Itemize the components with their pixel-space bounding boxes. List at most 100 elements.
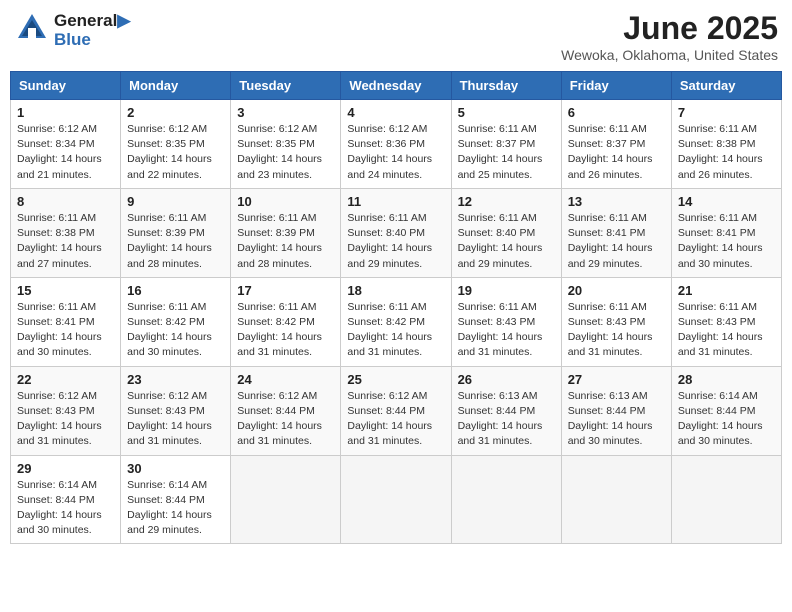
day-info: Sunrise: 6:12 AM Sunset: 8:35 PM Dayligh… bbox=[237, 122, 334, 183]
day-info: Sunrise: 6:13 AM Sunset: 8:44 PM Dayligh… bbox=[458, 389, 555, 450]
calendar-day-cell: 16 Sunrise: 6:11 AM Sunset: 8:42 PM Dayli… bbox=[121, 277, 231, 366]
day-info: Sunrise: 6:12 AM Sunset: 8:36 PM Dayligh… bbox=[347, 122, 444, 183]
month-title: June 2025 bbox=[561, 10, 778, 47]
day-number: 24 bbox=[237, 372, 334, 387]
day-number: 17 bbox=[237, 283, 334, 298]
weekday-header-sunday: Sunday bbox=[11, 72, 121, 100]
calendar-day-cell: 15 Sunrise: 6:11 AM Sunset: 8:41 PM Dayli… bbox=[11, 277, 121, 366]
weekday-header-friday: Friday bbox=[561, 72, 671, 100]
day-number: 8 bbox=[17, 194, 114, 209]
day-info: Sunrise: 6:12 AM Sunset: 8:34 PM Dayligh… bbox=[17, 122, 114, 183]
calendar-week-row: 15 Sunrise: 6:11 AM Sunset: 8:41 PM Dayli… bbox=[11, 277, 782, 366]
calendar-day-cell: 13 Sunrise: 6:11 AM Sunset: 8:41 PM Dayli… bbox=[561, 188, 671, 277]
day-info: Sunrise: 6:12 AM Sunset: 8:43 PM Dayligh… bbox=[17, 389, 114, 450]
day-info: Sunrise: 6:14 AM Sunset: 8:44 PM Dayligh… bbox=[678, 389, 775, 450]
day-number: 13 bbox=[568, 194, 665, 209]
day-number: 10 bbox=[237, 194, 334, 209]
calendar-day-cell: 6 Sunrise: 6:11 AM Sunset: 8:37 PM Daylig… bbox=[561, 100, 671, 189]
day-number: 9 bbox=[127, 194, 224, 209]
day-number: 21 bbox=[678, 283, 775, 298]
day-number: 19 bbox=[458, 283, 555, 298]
day-number: 28 bbox=[678, 372, 775, 387]
calendar-week-row: 29 Sunrise: 6:14 AM Sunset: 8:44 PM Dayli… bbox=[11, 455, 782, 544]
weekday-header-tuesday: Tuesday bbox=[231, 72, 341, 100]
day-number: 14 bbox=[678, 194, 775, 209]
day-info: Sunrise: 6:12 AM Sunset: 8:44 PM Dayligh… bbox=[347, 389, 444, 450]
calendar-day-cell bbox=[341, 455, 451, 544]
calendar-day-cell: 24 Sunrise: 6:12 AM Sunset: 8:44 PM Dayli… bbox=[231, 366, 341, 455]
calendar-day-cell: 20Sunrise: 6:11 AM Sunset: 8:43 PM Dayli… bbox=[561, 277, 671, 366]
calendar-day-cell bbox=[231, 455, 341, 544]
day-number: 7 bbox=[678, 105, 775, 120]
day-number: 1 bbox=[17, 105, 114, 120]
calendar-day-cell: 17 Sunrise: 6:11 AM Sunset: 8:42 PM Dayli… bbox=[231, 277, 341, 366]
day-info: Sunrise: 6:11 AM Sunset: 8:38 PM Dayligh… bbox=[17, 211, 114, 272]
calendar-day-cell: 27Sunrise: 6:13 AM Sunset: 8:44 PM Dayli… bbox=[561, 366, 671, 455]
calendar-day-cell: 28 Sunrise: 6:14 AM Sunset: 8:44 PM Dayli… bbox=[671, 366, 781, 455]
day-number: 26 bbox=[458, 372, 555, 387]
day-number: 15 bbox=[17, 283, 114, 298]
day-info: Sunrise: 6:12 AM Sunset: 8:44 PM Dayligh… bbox=[237, 389, 334, 450]
day-number: 22 bbox=[17, 372, 114, 387]
location: Wewoka, Oklahoma, United States bbox=[561, 47, 778, 63]
day-info: Sunrise: 6:11 AM Sunset: 8:40 PM Dayligh… bbox=[347, 211, 444, 272]
day-number: 5 bbox=[458, 105, 555, 120]
day-info: Sunrise: 6:11 AM Sunset: 8:38 PM Dayligh… bbox=[678, 122, 775, 183]
calendar-day-cell: 3 Sunrise: 6:12 AM Sunset: 8:35 PM Daylig… bbox=[231, 100, 341, 189]
day-info: Sunrise: 6:11 AM Sunset: 8:42 PM Dayligh… bbox=[237, 300, 334, 361]
calendar-day-cell: 1 Sunrise: 6:12 AM Sunset: 8:34 PM Daylig… bbox=[11, 100, 121, 189]
page-header: General▶ Blue June 2025 Wewoka, Oklahoma… bbox=[10, 10, 782, 63]
calendar-day-cell: 12 Sunrise: 6:11 AM Sunset: 8:40 PM Dayli… bbox=[451, 188, 561, 277]
day-info: Sunrise: 6:11 AM Sunset: 8:40 PM Dayligh… bbox=[458, 211, 555, 272]
day-info: Sunrise: 6:11 AM Sunset: 8:43 PM Dayligh… bbox=[678, 300, 775, 361]
calendar-day-cell: 21 Sunrise: 6:11 AM Sunset: 8:43 PM Dayli… bbox=[671, 277, 781, 366]
calendar-day-cell: 11 Sunrise: 6:11 AM Sunset: 8:40 PM Dayli… bbox=[341, 188, 451, 277]
calendar-day-cell: 30 Sunrise: 6:14 AM Sunset: 8:44 PM Dayli… bbox=[121, 455, 231, 544]
calendar-week-row: 8 Sunrise: 6:11 AM Sunset: 8:38 PM Daylig… bbox=[11, 188, 782, 277]
day-info: Sunrise: 6:11 AM Sunset: 8:42 PM Dayligh… bbox=[127, 300, 224, 361]
day-number: 6 bbox=[568, 105, 665, 120]
day-number: 27 bbox=[568, 372, 665, 387]
day-number: 12 bbox=[458, 194, 555, 209]
calendar-day-cell: 14 Sunrise: 6:11 AM Sunset: 8:41 PM Dayli… bbox=[671, 188, 781, 277]
calendar-day-cell: 26 Sunrise: 6:13 AM Sunset: 8:44 PM Dayli… bbox=[451, 366, 561, 455]
calendar-table: SundayMondayTuesdayWednesdayThursdayFrid… bbox=[10, 71, 782, 544]
logo-blue: Blue bbox=[54, 31, 130, 50]
day-info: Sunrise: 6:12 AM Sunset: 8:43 PM Dayligh… bbox=[127, 389, 224, 450]
calendar-day-cell: 9 Sunrise: 6:11 AM Sunset: 8:39 PM Daylig… bbox=[121, 188, 231, 277]
calendar-day-cell bbox=[451, 455, 561, 544]
day-info: Sunrise: 6:11 AM Sunset: 8:41 PM Dayligh… bbox=[568, 211, 665, 272]
day-info: Sunrise: 6:11 AM Sunset: 8:37 PM Dayligh… bbox=[568, 122, 665, 183]
day-info: Sunrise: 6:14 AM Sunset: 8:44 PM Dayligh… bbox=[17, 478, 114, 539]
calendar-day-cell: 29 Sunrise: 6:14 AM Sunset: 8:44 PM Dayli… bbox=[11, 455, 121, 544]
day-number: 30 bbox=[127, 461, 224, 476]
calendar-day-cell: 2Sunrise: 6:12 AM Sunset: 8:35 PM Daylig… bbox=[121, 100, 231, 189]
title-area: June 2025 Wewoka, Oklahoma, United State… bbox=[561, 10, 778, 63]
weekday-header-saturday: Saturday bbox=[671, 72, 781, 100]
calendar-week-row: 1 Sunrise: 6:12 AM Sunset: 8:34 PM Daylig… bbox=[11, 100, 782, 189]
day-number: 29 bbox=[17, 461, 114, 476]
day-info: Sunrise: 6:11 AM Sunset: 8:43 PM Dayligh… bbox=[458, 300, 555, 361]
day-number: 3 bbox=[237, 105, 334, 120]
calendar-day-cell: 5Sunrise: 6:11 AM Sunset: 8:37 PM Daylig… bbox=[451, 100, 561, 189]
calendar-day-cell: 25Sunrise: 6:12 AM Sunset: 8:44 PM Dayli… bbox=[341, 366, 451, 455]
day-info: Sunrise: 6:11 AM Sunset: 8:39 PM Dayligh… bbox=[127, 211, 224, 272]
day-info: Sunrise: 6:11 AM Sunset: 8:41 PM Dayligh… bbox=[17, 300, 114, 361]
calendar-day-cell: 7 Sunrise: 6:11 AM Sunset: 8:38 PM Daylig… bbox=[671, 100, 781, 189]
day-number: 16 bbox=[127, 283, 224, 298]
day-info: Sunrise: 6:11 AM Sunset: 8:41 PM Dayligh… bbox=[678, 211, 775, 272]
day-info: Sunrise: 6:12 AM Sunset: 8:35 PM Dayligh… bbox=[127, 122, 224, 183]
calendar-day-cell: 8 Sunrise: 6:11 AM Sunset: 8:38 PM Daylig… bbox=[11, 188, 121, 277]
day-info: Sunrise: 6:11 AM Sunset: 8:39 PM Dayligh… bbox=[237, 211, 334, 272]
calendar-day-cell: 4Sunrise: 6:12 AM Sunset: 8:36 PM Daylig… bbox=[341, 100, 451, 189]
weekday-header-wednesday: Wednesday bbox=[341, 72, 451, 100]
day-info: Sunrise: 6:11 AM Sunset: 8:42 PM Dayligh… bbox=[347, 300, 444, 361]
calendar-day-cell: 18Sunrise: 6:11 AM Sunset: 8:42 PM Dayli… bbox=[341, 277, 451, 366]
calendar-day-cell: 22 Sunrise: 6:12 AM Sunset: 8:43 PM Dayli… bbox=[11, 366, 121, 455]
day-number: 11 bbox=[347, 194, 444, 209]
weekday-header-row: SundayMondayTuesdayWednesdayThursdayFrid… bbox=[11, 72, 782, 100]
logo-general: General▶ bbox=[54, 12, 130, 31]
weekday-header-thursday: Thursday bbox=[451, 72, 561, 100]
day-number: 23 bbox=[127, 372, 224, 387]
day-info: Sunrise: 6:14 AM Sunset: 8:44 PM Dayligh… bbox=[127, 478, 224, 539]
